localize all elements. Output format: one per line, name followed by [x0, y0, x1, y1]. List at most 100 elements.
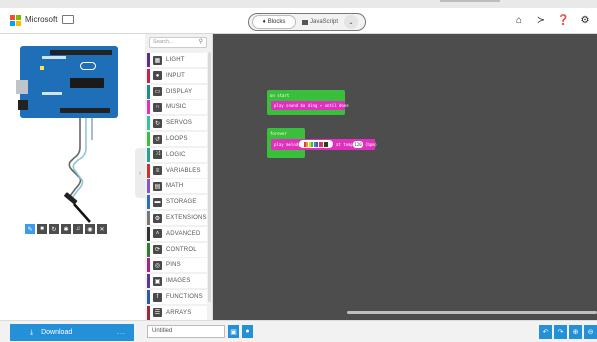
play-melody-block[interactable]: play melody at tempo 120 (bpm) [271, 139, 378, 150]
category-math[interactable]: ▤ MATH [147, 179, 207, 194]
language-dropdown[interactable]: ⌄ [344, 15, 358, 29]
microcontroller-chip [70, 78, 104, 88]
blocks-tab[interactable]: ♦ Blocks [252, 15, 296, 29]
category-label: EXTENSIONS [166, 215, 207, 221]
settings-icon[interactable]: ⚙ [579, 15, 591, 27]
simulator-panel: ✎ ■ ↻ ✱ ♫ ◉ ✕ [0, 34, 145, 320]
list-icon: ≡ [153, 166, 162, 176]
mute-icon[interactable]: ♫ [73, 224, 83, 234]
target-icon: ◎ [153, 260, 162, 270]
play-melody-text: play melody [274, 142, 301, 147]
stop-icon[interactable]: ■ [37, 224, 47, 234]
category-label: IMAGES [166, 278, 191, 285]
melody-field[interactable] [299, 140, 333, 148]
board-logo [80, 62, 96, 70]
pin-header-top [50, 50, 112, 55]
category-label: LIGHT [166, 57, 185, 63]
category-label: INPUT [166, 72, 185, 79]
category-extensions[interactable]: ⚙ EXTENSIONS [147, 211, 207, 225]
project-name-input[interactable]: Untitled [147, 325, 225, 338]
category-light[interactable]: ▦ LIGHT [147, 53, 207, 67]
simulator-toolbar: ✎ ■ ↻ ✱ ♫ ◉ ✕ [25, 224, 107, 234]
toolbox-panel: Search... ⚲ ▦ LIGHT ● INPUT ▭ DISPLAY ∩ MUSIC ↻ S… [145, 34, 213, 320]
edit-icon[interactable]: ✎ [25, 224, 35, 234]
category-variables[interactable]: ≡ VARIABLES [147, 163, 207, 178]
help-icon[interactable]: ❓ [557, 15, 569, 27]
category-label: ADVANCED [166, 230, 201, 237]
github-button[interactable]: ● [242, 325, 253, 338]
blocks-workspace[interactable]: on start play sound ba ding ▾ until done… [213, 34, 597, 320]
screenshot-icon[interactable]: ◉ [85, 224, 95, 234]
category-loops[interactable]: ↺ LOOPS [147, 132, 207, 146]
category-arrays[interactable]: ☰ ARRAYS [147, 305, 207, 320]
category-images[interactable]: ▣ IMAGES [147, 274, 207, 289]
refresh-icon: ↻ [153, 118, 162, 128]
toolbox-scrollbar[interactable] [208, 52, 211, 302]
bpm-text: (bpm) [365, 142, 378, 147]
more-options-button[interactable]: ... [117, 329, 126, 336]
javascript-tab[interactable]: JavaScript [298, 15, 342, 29]
tempo-field[interactable]: 120 [353, 141, 363, 148]
app-header: Microsoft ♦ Blocks JavaScript ⌄ ⌂ ≻ ❓ ⚙ [0, 8, 597, 34]
headphones-icon: ∩ [153, 102, 162, 112]
microsoft-logo-icon [10, 15, 22, 27]
category-label: MATH [166, 183, 184, 190]
cycle-icon: ⟳ [153, 245, 162, 255]
puzzle-icon: ♦ [262, 19, 266, 25]
home-icon[interactable]: ⌂ [513, 15, 525, 27]
category-functions[interactable]: f FUNCTIONS [147, 290, 207, 304]
project-icon[interactable] [62, 15, 74, 24]
zoom-in-icon[interactable]: ⊕ [569, 325, 582, 339]
bottom-toolbar: ⤓ Download ... Untitled ▣ ● ↶ ↷ ⊕ ⊖ [0, 320, 597, 342]
restart-icon[interactable]: ↻ [49, 224, 59, 234]
category-input[interactable]: ● INPUT [147, 68, 207, 83]
save-icon: ▣ [230, 328, 237, 336]
category-label: STORAGE [166, 199, 197, 206]
workspace-scrollbar[interactable] [347, 311, 597, 314]
play-sound-block[interactable]: play sound ba ding ▾ until done [271, 101, 349, 110]
pin-header-bottom [60, 108, 110, 113]
redo-icon[interactable]: ↷ [554, 325, 567, 339]
debug-icon[interactable]: ✱ [61, 224, 71, 234]
share-icon[interactable]: ≻ [535, 15, 547, 27]
category-logic[interactable]: ⤨ LOGIC [147, 147, 207, 162]
circle-icon: ● [153, 71, 162, 81]
calculator-icon: ▤ [153, 181, 162, 191]
save-button[interactable]: ▣ [228, 325, 239, 338]
category-label: ARRAYS [166, 309, 192, 316]
category-control[interactable]: ⟳ CONTROL [147, 242, 207, 257]
category-pins[interactable]: ◎ PINS [147, 258, 207, 273]
usb-port [16, 80, 28, 94]
category-label: VARIABLES [166, 167, 201, 174]
undo-icon[interactable]: ↶ [539, 325, 552, 339]
search-icon: ⚲ [198, 39, 203, 45]
forever-label: forever [270, 131, 287, 136]
category-label: CONTROL [166, 246, 197, 253]
category-label: MUSIC [166, 104, 187, 111]
monitor-icon: ▭ [153, 87, 162, 97]
download-button[interactable]: ⤓ Download ... [10, 324, 134, 341]
category-label: PINS [166, 262, 181, 269]
arduino-board-image[interactable] [16, 46, 118, 118]
loop-icon: ↺ [153, 134, 162, 144]
editor-toggle: ♦ Blocks JavaScript ⌄ [248, 13, 366, 31]
window-top-strip [0, 0, 597, 8]
play-sound-text: play sound ba ding ▾ until done [274, 103, 349, 108]
on-start-block[interactable]: on start play sound ba ding ▾ until done [267, 90, 349, 115]
board-marking [42, 56, 66, 59]
category-advanced[interactable]: ˄ ADVANCED [147, 226, 207, 241]
zoom-out-icon[interactable]: ⊖ [584, 325, 597, 339]
function-icon: f [153, 292, 162, 302]
gear-icon: ⚙ [153, 213, 162, 223]
category-display[interactable]: ▭ DISPLAY [147, 84, 207, 99]
javascript-tab-label: JavaScript [309, 19, 338, 25]
category-storage[interactable]: ▬ STORAGE [147, 195, 207, 210]
close-icon[interactable]: ✕ [97, 224, 107, 234]
category-label: DISPLAY [166, 88, 193, 95]
category-servos[interactable]: ↻ SERVOS [147, 116, 207, 131]
simulator-collapse-handle[interactable]: ‹ [135, 148, 145, 198]
category-music[interactable]: ∩ MUSIC [147, 100, 207, 115]
chevron-down-icon: ⌄ [348, 19, 354, 26]
code-icon [302, 19, 308, 25]
toolbox-search-input[interactable]: Search... ⚲ [149, 37, 207, 48]
